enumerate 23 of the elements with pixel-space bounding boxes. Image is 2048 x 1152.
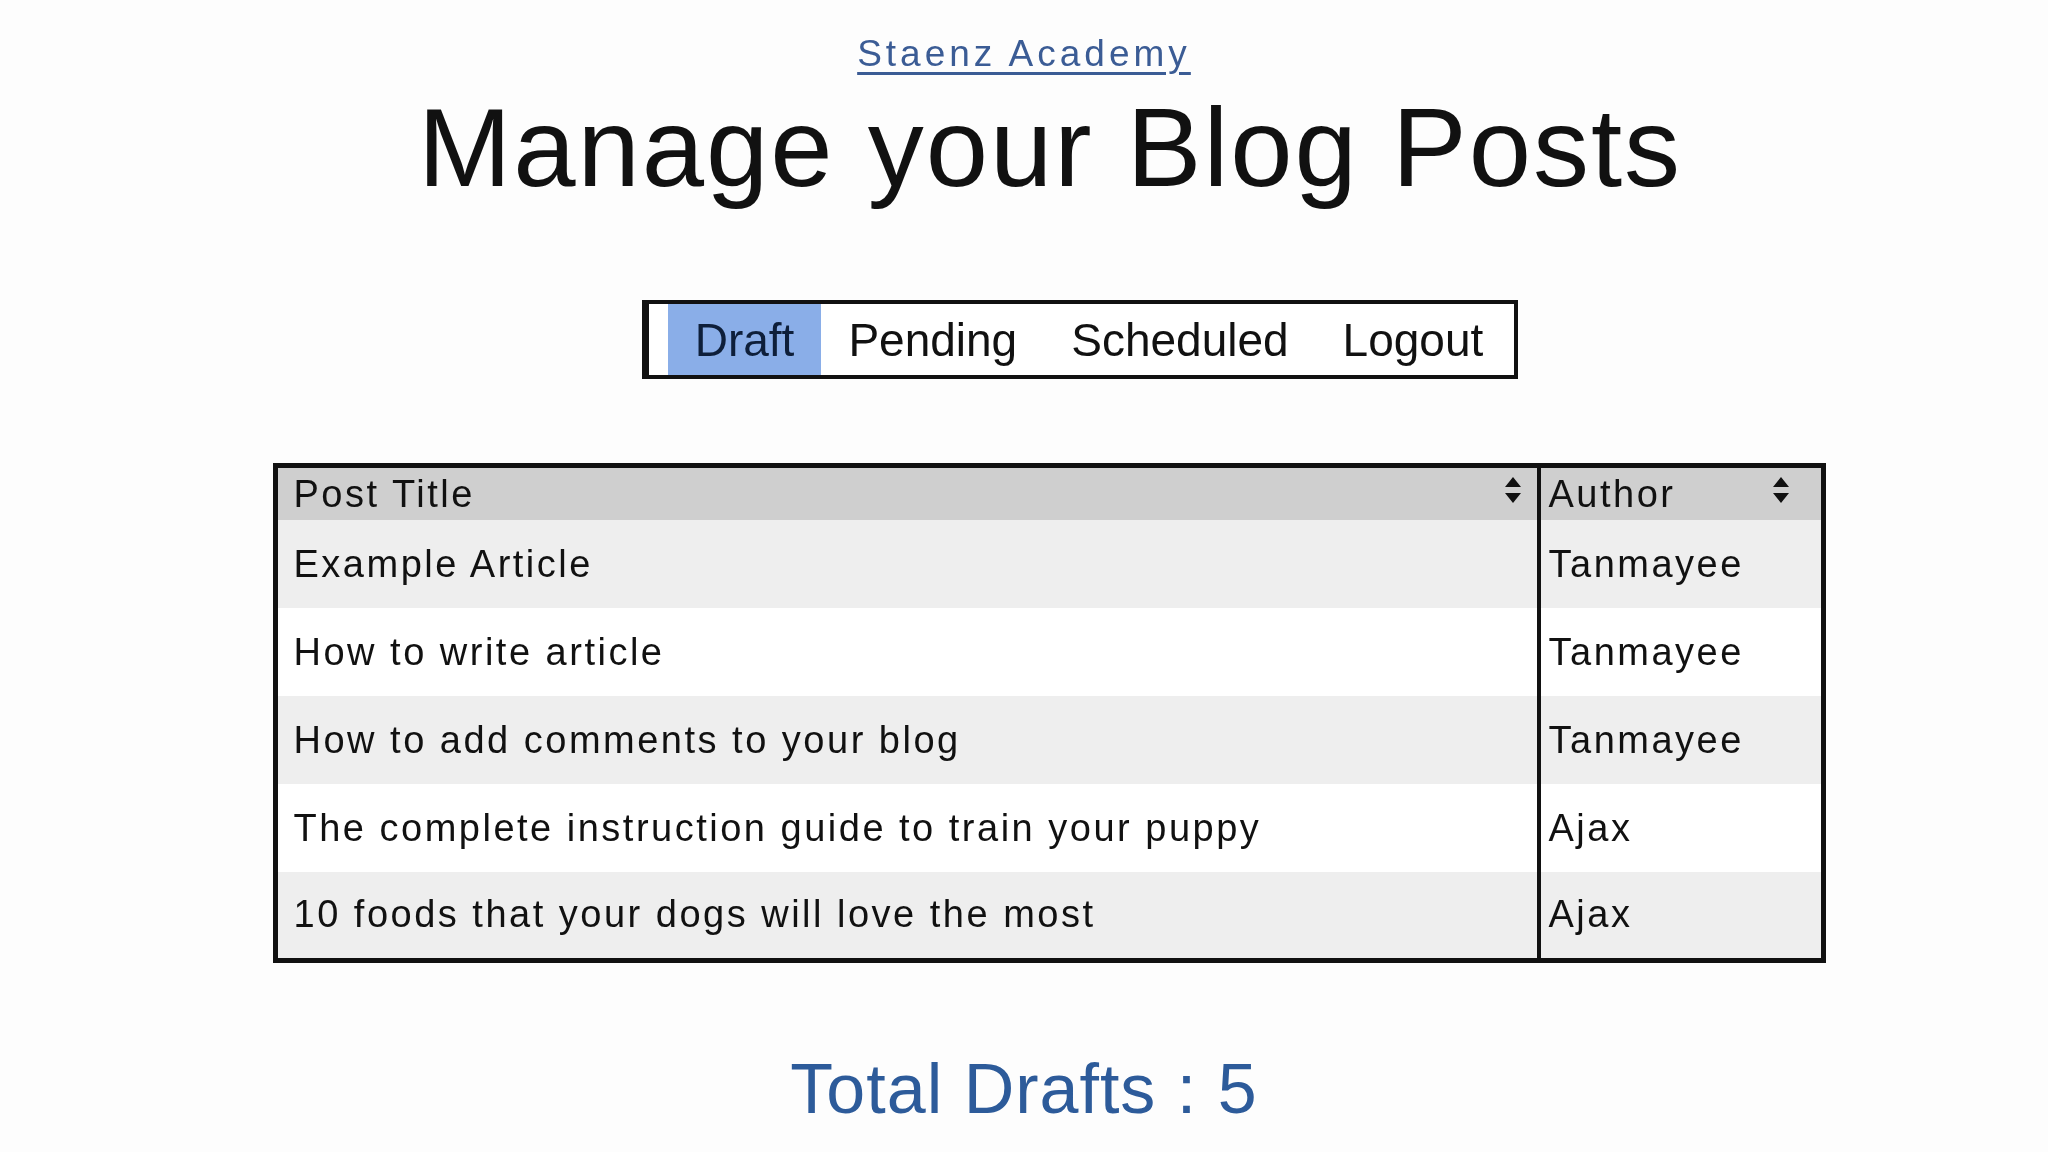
table-cell: How to add comments to your blog xyxy=(275,696,1539,784)
table-cell: Ajax xyxy=(1538,872,1823,960)
academy-link[interactable]: Staenz Academy xyxy=(857,32,1191,76)
table-cell: Tanmayee xyxy=(1538,520,1823,608)
table-header-cell[interactable]: Post Title xyxy=(275,465,1539,520)
tab[interactable]: Scheduled xyxy=(1044,304,1316,375)
table-cell: Tanmayee xyxy=(1538,696,1823,784)
tab[interactable]: Logout xyxy=(1315,304,1511,375)
table-cell: Tanmayee xyxy=(1538,608,1823,696)
total-drafts-label: Total Drafts : 5 xyxy=(790,1048,1258,1129)
tab[interactable]: Draft xyxy=(667,304,822,375)
column-title: Post Title xyxy=(293,472,475,516)
tab[interactable]: Pending xyxy=(821,304,1045,375)
table-header-cell[interactable]: Author xyxy=(1538,465,1823,520)
table-cell: How to write article xyxy=(275,608,1539,696)
column-title: Author xyxy=(1548,472,1676,516)
sort-icon[interactable] xyxy=(1772,477,1789,503)
table-cell: The complete instruction guide to train your puppy xyxy=(275,784,1539,872)
table-cell: Example Article xyxy=(275,520,1539,608)
sort-icon[interactable] xyxy=(1504,477,1521,503)
table-cell: Ajax xyxy=(1538,784,1823,872)
page-title: Manage your Blog Posts xyxy=(417,84,1683,212)
table-cell: 10 foods that your dogs will love the most xyxy=(275,872,1539,960)
